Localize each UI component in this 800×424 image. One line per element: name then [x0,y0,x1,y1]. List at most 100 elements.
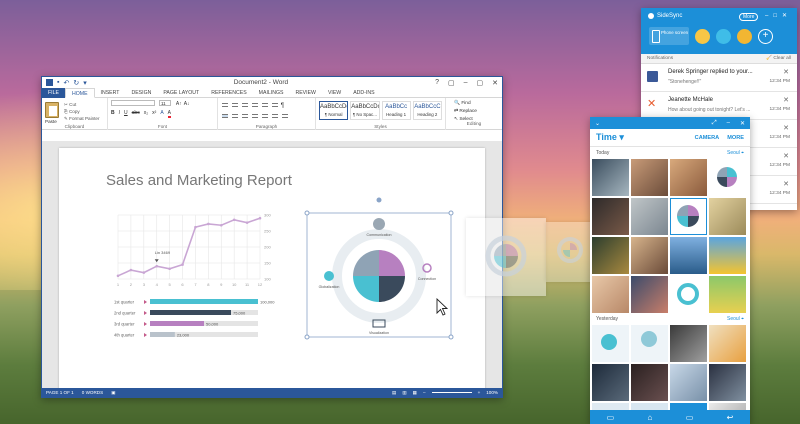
photo-thumbnail[interactable] [670,276,707,313]
copy-button[interactable]: ⎘ Copy [64,108,100,115]
style-heading-1[interactable]: AaBbCc Heading 1 [381,101,411,120]
music-icon[interactable] [716,28,731,44]
line-spacing-icon[interactable] [261,114,268,118]
multilevel-list-icon[interactable] [241,103,248,107]
clear-all-button[interactable]: 🧹 Clear all [766,56,791,61]
tab-add-ins[interactable]: ADD-INS [347,88,380,98]
undo-icon[interactable]: ↶ [63,79,69,87]
photo-thumbnail[interactable] [592,237,629,274]
document-page[interactable]: Sales and Marketing Report 300 250 200 150 1… [59,148,485,389]
redo-icon[interactable]: ↻ [73,79,79,87]
superscript-button[interactable]: x² [152,110,156,118]
numbering-icon[interactable] [231,103,238,107]
photo-thumbnail[interactable] [592,159,629,196]
document-canvas[interactable]: Sales and Marketing Report 300 250 200 150 1… [42,141,502,389]
segment-globalization[interactable] [353,276,379,302]
dismiss-icon[interactable]: ✕ [783,96,789,104]
zoom-slider[interactable] [431,392,472,393]
restore-icon[interactable]: □ [773,13,782,19]
italic-button[interactable]: I [119,110,120,118]
decrease-indent-icon[interactable] [251,103,258,107]
photo-thumbnail[interactable] [709,198,746,235]
tab-view[interactable]: VIEW [322,88,347,98]
increase-indent-icon[interactable] [261,103,268,107]
close-icon[interactable]: ✕ [782,13,792,19]
photo-thumbnail[interactable] [592,198,629,235]
sidesync-gallery-window[interactable]: ⌄ ⤢ – ✕ Time ▾ CAMERA MORE Today Seoul ⌖ [590,117,750,424]
star-icon[interactable] [737,28,752,44]
resize-handle[interactable] [448,210,454,216]
folder-icon[interactable] [695,28,710,44]
location-label[interactable]: Seoul ⌖ [727,150,744,156]
zoom-level[interactable]: 100% [486,390,498,395]
shrink-font-icon[interactable]: A↓ [184,101,190,107]
help-icon[interactable]: ? [435,79,439,87]
photo-thumbnail-selected[interactable] [670,198,707,235]
dismiss-icon[interactable]: ✕ [783,152,789,160]
tab-review[interactable]: REVIEW [289,88,321,98]
close-icon[interactable]: ✕ [492,79,498,87]
customize-icon[interactable]: ▾ [83,79,87,87]
paste-icon[interactable] [45,102,59,118]
photo-thumbnail[interactable] [631,276,668,313]
home-icon[interactable]: ⌂ [648,413,653,422]
zoom-in-icon[interactable]: + [478,390,481,395]
pilcrow-icon[interactable]: ¶ [281,103,284,109]
view-selector[interactable]: Time ▾ [596,132,624,143]
photo-thumbnail[interactable] [592,325,629,362]
bullets-icon[interactable] [222,103,228,107]
font-size-box[interactable]: 11 [158,100,171,106]
photo-thumbnail[interactable] [631,198,668,235]
more-button[interactable]: More [739,13,759,21]
zoom-out-icon[interactable]: – [423,390,426,395]
replace-button[interactable]: ⇄ Replace [454,108,499,116]
photo-thumbnail[interactable] [631,237,668,274]
photo-thumbnail[interactable] [709,276,746,313]
photo-thumbnail[interactable] [670,159,707,196]
expand-icon[interactable]: ⤢ [712,120,717,127]
dismiss-icon[interactable]: ✕ [783,180,789,188]
tab-design[interactable]: DESIGN [125,88,157,98]
page-count[interactable]: PAGE 1 OF 1 [46,390,74,395]
photo-thumbnail[interactable] [592,364,629,401]
shading-icon[interactable] [271,114,278,118]
save-icon[interactable]: ▪ [57,79,59,87]
phone-screen-button[interactable]: Phone screen [649,27,689,45]
photo-thumbnail[interactable] [709,325,746,362]
quarter-bar-chart[interactable]: 1st quarter 100,000 2nd quarter 75,000 3rd q… [114,297,304,347]
align-left-icon[interactable] [222,114,228,118]
dismiss-icon[interactable]: ✕ [783,124,789,132]
subscript-button[interactable]: x₂ [144,110,148,118]
return-icon[interactable]: ↩ [727,413,734,422]
tab-mailings[interactable]: MAILINGS [253,88,290,98]
photo-thumbnail[interactable] [709,237,746,274]
print-layout-icon[interactable]: ▥ [402,390,406,396]
photo-thumbnail[interactable] [709,364,746,401]
font-name-box[interactable] [111,100,155,106]
camera-button[interactable]: CAMERA [695,135,720,141]
notification-item[interactable]: ✕ Jeanette McHale How about going out to… [641,92,797,120]
word-window[interactable]: ▪ ↶ ↻ ▾ Document2 - Word ? ▢ – ▢ ✕ FILE … [41,76,503,398]
grow-font-icon[interactable]: A↑ [176,101,182,107]
back-icon[interactable]: ▭ [686,413,694,422]
style-no-spacing[interactable]: AaBbCcDc ¶ No Spac... [350,101,380,120]
more-button[interactable]: MORE [727,135,744,141]
align-right-icon[interactable] [241,114,248,118]
word-count[interactable]: 0 WORDS [82,390,103,395]
photo-thumbnail[interactable] [592,276,629,313]
recent-apps-icon[interactable]: ▭ [607,413,615,422]
minimize-icon[interactable]: – [727,120,730,127]
close-icon[interactable]: ✕ [740,120,745,127]
tab-insert[interactable]: INSERT [95,88,126,98]
font-color-button[interactable]: A [167,110,172,118]
resize-handle[interactable] [448,334,454,340]
underline-button[interactable]: U [124,110,128,118]
minimize-icon[interactable]: – [464,79,468,87]
resize-handle[interactable] [304,210,310,216]
read-mode-icon[interactable]: ▤ [392,390,396,396]
web-layout-icon[interactable]: ▦ [413,390,417,396]
notification-item[interactable]: Derek Springer replied to your... "Stone… [641,64,797,92]
rotate-handle[interactable] [376,197,382,203]
find-button[interactable]: 🔍 Find [454,100,499,108]
strikethrough-button[interactable]: abc [132,110,140,118]
